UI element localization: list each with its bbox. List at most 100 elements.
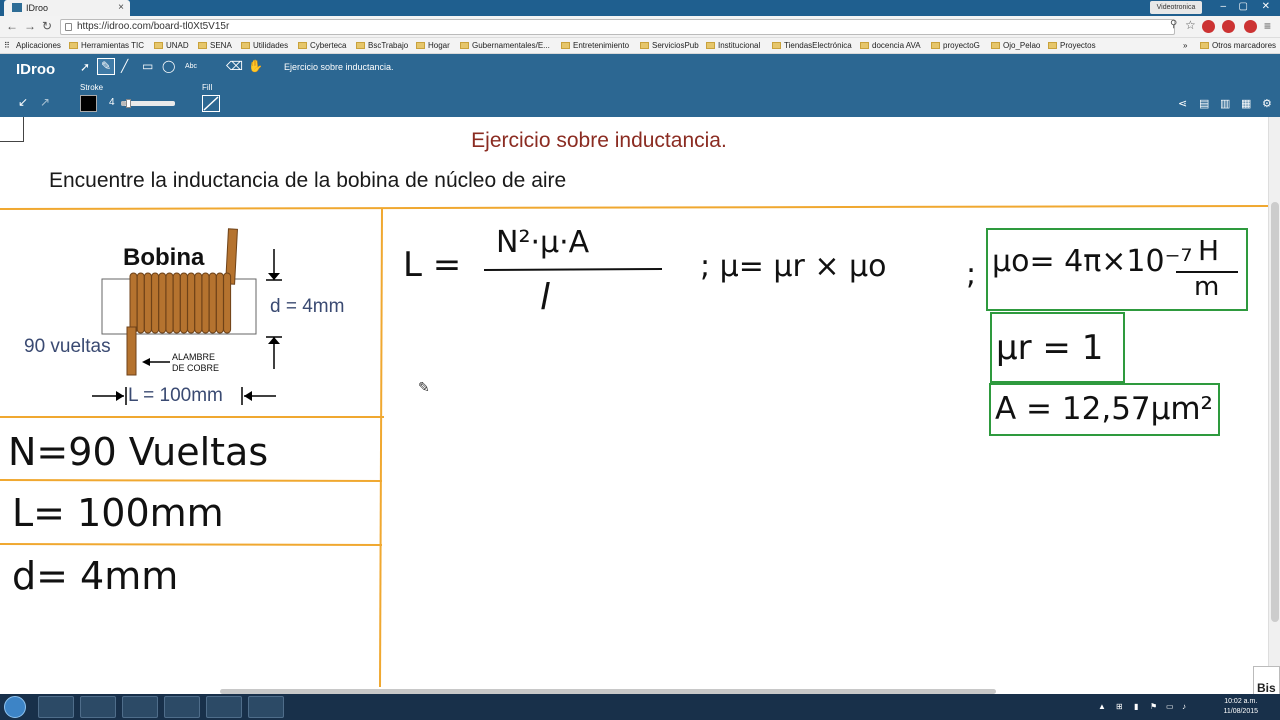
- bookmark-folder[interactable]: proyectoG: [931, 41, 980, 50]
- idroo-favicon-icon: [12, 3, 22, 12]
- menu-icon[interactable]: ≡: [1264, 19, 1271, 33]
- folder-icon: [241, 42, 250, 49]
- bookmark-folder[interactable]: Gubernamentales/E...: [460, 41, 550, 50]
- start-button[interactable]: [4, 696, 26, 718]
- board-name[interactable]: Ejercicio sobre inductancia.: [284, 62, 394, 72]
- windows-taskbar: ▲ ⊞ ▮ ⚑ ▭ ♪ 10:02 a.m. 11/08/2015: [0, 694, 1280, 720]
- window-close-icon[interactable]: ✕: [1262, 1, 1270, 12]
- share-icon[interactable]: ⋖: [1178, 97, 1187, 110]
- text-tool-icon[interactable]: Abc: [185, 63, 197, 70]
- bookmark-folder[interactable]: Utilidades: [241, 41, 288, 50]
- maximize-icon[interactable]: ▢: [1239, 1, 1248, 12]
- bookmark-folder[interactable]: docencia AVA: [860, 41, 921, 50]
- folder-icon: [640, 42, 649, 49]
- tray-arrow-icon[interactable]: ▲: [1098, 702, 1106, 711]
- collapse-arrow-icon[interactable]: ↙: [18, 95, 28, 109]
- bookmark-apps[interactable]: Aplicaciones: [16, 41, 61, 50]
- zoom-icon[interactable]: ⚲: [1170, 19, 1177, 30]
- coil-turn: [194, 272, 203, 334]
- coil-windings: [129, 272, 232, 334]
- ie-taskbar-icon[interactable]: [122, 696, 158, 718]
- formula-numerator: N²·μ·A: [496, 225, 590, 260]
- no-fill-icon: [203, 96, 219, 111]
- eraser-tool-icon[interactable]: ⌫: [226, 59, 243, 73]
- pointer-tool-icon[interactable]: ➚: [80, 60, 90, 74]
- apps-icon[interactable]: ⠿: [4, 41, 10, 50]
- bookmark-folder[interactable]: Proyectos: [1048, 41, 1096, 50]
- bookmark-folder[interactable]: UNAD: [154, 41, 189, 50]
- bookmark-folder[interactable]: ServiciosPub: [640, 41, 699, 50]
- flag-icon[interactable]: ⚑: [1150, 702, 1157, 711]
- chrome-taskbar-icon[interactable]: [80, 696, 116, 718]
- coil-turn: [143, 272, 152, 334]
- ellipse-tool-icon[interactable]: ◯: [162, 59, 175, 73]
- explorer-taskbar-icon[interactable]: [164, 696, 200, 718]
- extension-icon[interactable]: [1202, 20, 1215, 33]
- bookmark-folder[interactable]: Institucional: [706, 41, 760, 50]
- network-icon[interactable]: ▮: [1134, 702, 1138, 711]
- address-bar[interactable]: https://idroo.com/board-tl0Xt5V15r: [60, 19, 1175, 35]
- files-taskbar-icon[interactable]: [206, 696, 242, 718]
- canvas-corner-box: [0, 117, 24, 142]
- folder-icon: [198, 42, 207, 49]
- bookmark-star-icon[interactable]: ☆: [1185, 18, 1196, 32]
- whiteboard-canvas[interactable]: Ejercicio sobre inductancia. Encuentre l…: [0, 117, 1280, 692]
- coil-turn: [215, 272, 224, 334]
- coil-turn: [158, 272, 167, 334]
- pen-tool-icon[interactable]: ✎: [97, 58, 115, 75]
- given-diameter: d= 4mm: [12, 554, 179, 598]
- volume-icon[interactable]: ♪: [1182, 702, 1186, 711]
- coil-heading: Bobina: [123, 244, 205, 271]
- reload-icon[interactable]: ↻: [42, 19, 52, 33]
- profile-badge[interactable]: Videotronica: [1150, 1, 1202, 14]
- bookmark-folder[interactable]: Herramientas TIC: [69, 41, 144, 50]
- minimize-icon[interactable]: –: [1220, 1, 1226, 12]
- firefox-taskbar-icon[interactable]: [38, 696, 74, 718]
- bookmark-folder[interactable]: BscTrabajo: [356, 41, 408, 50]
- chat-icon[interactable]: ▤: [1199, 97, 1209, 110]
- scroll-thumb[interactable]: [1271, 202, 1279, 622]
- image-icon[interactable]: ▦: [1241, 97, 1251, 110]
- bookmark-folder[interactable]: TiendasElectrónica: [772, 41, 852, 50]
- folder-icon: [1200, 42, 1209, 49]
- back-icon[interactable]: ←: [6, 19, 18, 33]
- folder-icon: [706, 42, 715, 49]
- bookmarks-overflow[interactable]: »: [1183, 41, 1187, 50]
- rectangle-tool-icon[interactable]: ▭: [142, 59, 153, 73]
- mu0-unit-num: H: [1198, 234, 1220, 267]
- system-clock[interactable]: 10:02 a.m. 11/08/2015: [1223, 697, 1258, 717]
- tab-close-icon[interactable]: ×: [118, 2, 124, 13]
- folder-icon: [356, 42, 365, 49]
- extension-icon[interactable]: [1244, 20, 1257, 33]
- fill-color-swatch[interactable]: [202, 95, 220, 112]
- bookmark-folder[interactable]: SENA: [198, 41, 232, 50]
- folder-icon: [561, 42, 570, 49]
- windows-flag-icon[interactable]: ⊞: [1116, 702, 1123, 711]
- bookmark-folder[interactable]: Hogar: [416, 41, 450, 50]
- area-value: A = 12,57μm²: [995, 391, 1213, 427]
- stroke-width-slider[interactable]: [121, 99, 175, 108]
- adblock-icon[interactable]: [1222, 20, 1235, 33]
- settings-icon[interactable]: ⚙: [1262, 97, 1272, 110]
- other-bookmarks[interactable]: Otros marcadores: [1200, 41, 1276, 50]
- given-length: L= 100mm: [12, 491, 224, 535]
- length-label: L = 100mm: [128, 385, 223, 406]
- stroke-color-swatch[interactable]: [80, 95, 97, 112]
- battery-icon[interactable]: ▭: [1166, 702, 1174, 711]
- forward-icon[interactable]: →: [24, 19, 36, 33]
- folder-icon: [69, 42, 78, 49]
- folder-icon: [772, 42, 781, 49]
- bookmark-folder[interactable]: Cyberteca: [298, 41, 346, 50]
- expand-arrow-icon[interactable]: ↗: [40, 95, 50, 109]
- folder-icon: [1048, 42, 1057, 49]
- bookmark-folder[interactable]: Ojo_Pelao: [991, 41, 1040, 50]
- line-tool-icon[interactable]: ╱: [121, 59, 128, 73]
- vertical-scrollbar[interactable]: [1268, 117, 1280, 692]
- bookmark-folder[interactable]: Entretenimiento: [561, 41, 629, 50]
- hand-tool-icon[interactable]: ✋: [248, 59, 263, 73]
- coil-turn: [172, 272, 181, 334]
- browser-tab[interactable]: IDroo ×: [4, 0, 130, 16]
- document-icon[interactable]: ▥: [1220, 97, 1230, 110]
- slider-handle[interactable]: [126, 99, 132, 108]
- video-taskbar-icon[interactable]: [248, 696, 284, 718]
